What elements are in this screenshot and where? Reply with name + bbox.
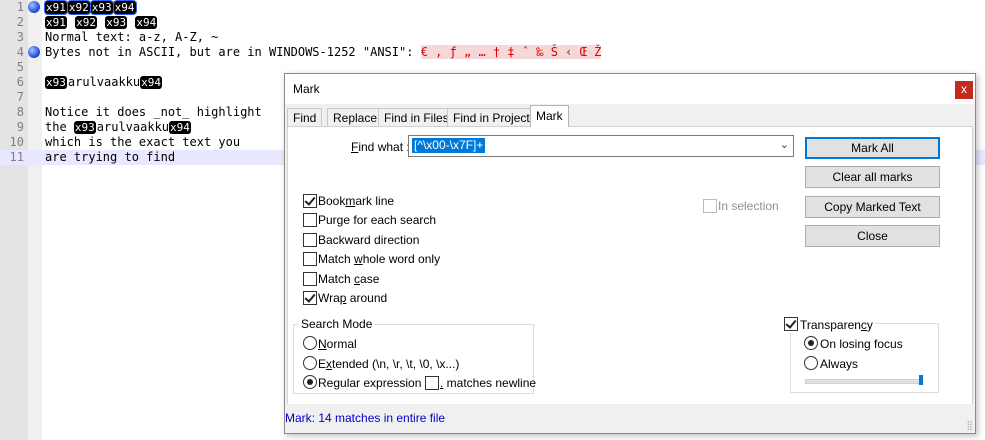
copy-marked-text-button[interactable]: Copy Marked Text xyxy=(805,196,940,218)
purge-checkbox[interactable] xyxy=(303,213,317,227)
find-what-value[interactable]: [^\x00-\x7F]+ xyxy=(412,138,486,153)
in-selection-checkbox[interactable] xyxy=(703,199,717,213)
line-content: x91 x92 x93 x94 xyxy=(45,15,158,30)
line-content: are trying to find xyxy=(45,150,176,164)
control-char-token: x92 xyxy=(75,16,97,29)
status-bar: Mark: 14 matches in entire file ⣿ xyxy=(285,404,975,433)
line-text: arulvaakku xyxy=(96,120,170,134)
backward-direction-checkbox[interactable] xyxy=(303,233,317,247)
line-number: 8 xyxy=(16,105,24,119)
line-number: 3 xyxy=(16,30,24,44)
tab-mark[interactable]: Mark xyxy=(530,105,569,127)
transparency-checkbox[interactable] xyxy=(784,317,798,331)
dialog-titlebar[interactable]: Mark x xyxy=(285,74,975,104)
wrap-around-checkbox[interactable] xyxy=(303,291,317,305)
transparency-slider-track[interactable] xyxy=(805,379,923,384)
chevron-down-icon[interactable]: ⌄ xyxy=(780,138,789,151)
line-content: which is the exact text you xyxy=(45,135,241,149)
line-text: Bytes not in ASCII, but are in WINDOWS-1… xyxy=(45,45,421,59)
editor-line[interactable]: 3 Normal text: a-z, A-Z, ~ xyxy=(0,30,985,45)
control-char-token: x93 xyxy=(73,121,96,134)
control-char-token: x94 xyxy=(135,16,158,29)
line-content: Bytes not in ASCII, but are in WINDOWS-1… xyxy=(45,45,602,60)
always-radio[interactable] xyxy=(804,356,818,370)
bookmark-line-label[interactable]: Bookmark line xyxy=(318,194,394,208)
mark-dialog: Mark x Find Replace Find in Files Find i… xyxy=(284,73,976,434)
line-content: Notice it does _not_ highlight xyxy=(45,105,262,119)
editor-line[interactable]: 1 x91 x92 x93 x94 xyxy=(0,0,985,15)
regular-expression-radio[interactable] xyxy=(303,375,317,389)
purge-label[interactable]: Purge for each search xyxy=(318,213,436,227)
line-content: Normal text: a-z, A-Z, ~ xyxy=(45,30,219,44)
backward-direction-label[interactable]: Backward direction xyxy=(318,233,419,247)
on-losing-focus-label[interactable]: On losing focus xyxy=(820,337,903,351)
transparency-slider-thumb[interactable] xyxy=(919,375,923,385)
marked-ansi-chars: € ‚ ƒ „ … † ‡ ˆ ‰ Š ‹ Œ Ž xyxy=(420,45,602,59)
normal-radio[interactable] xyxy=(303,336,317,350)
in-selection-label[interactable]: In selection xyxy=(718,199,779,213)
resize-grip-icon[interactable]: ⣿ xyxy=(966,420,973,431)
dialog-title: Mark xyxy=(293,82,320,96)
editor-line[interactable]: 2 x91 x92 x93 x94 xyxy=(0,15,985,30)
match-whole-word-label[interactable]: Match whole word only xyxy=(318,252,440,266)
mark-all-button[interactable]: Mark All xyxy=(805,137,940,159)
control-char-token: x93 xyxy=(105,16,128,29)
close-icon[interactable]: x xyxy=(955,81,973,99)
tab-find[interactable]: Find xyxy=(287,108,323,127)
on-losing-focus-radio[interactable] xyxy=(804,336,818,350)
line-number: 4 xyxy=(16,45,24,59)
control-char-token: x93 xyxy=(90,1,113,14)
tab-find-in-projects[interactable]: Find in Projects xyxy=(447,108,542,127)
regular-expression-label[interactable]: Regular expression xyxy=(318,376,421,390)
line-number: 2 xyxy=(16,15,24,29)
control-char-token: x91 xyxy=(45,1,67,14)
line-number: 9 xyxy=(16,120,24,134)
line-text: the xyxy=(45,120,74,134)
control-char-token: x94 xyxy=(140,76,162,89)
line-content: x93 arulvaakkux94 xyxy=(45,75,163,90)
match-whole-word-checkbox[interactable] xyxy=(303,252,317,266)
close-button[interactable]: Close xyxy=(805,225,940,247)
extended-label[interactable]: Extended (\n, \r, \t, \0, \x...) xyxy=(318,357,459,371)
line-content: the x93 arulvaakkux94 xyxy=(45,120,192,135)
find-what-label: Find what : xyxy=(351,140,410,154)
search-mode-title: Search Mode xyxy=(299,317,375,331)
line-number: 5 xyxy=(16,60,24,74)
match-case-label[interactable]: Match case xyxy=(318,272,379,286)
line-number: 1 xyxy=(16,0,24,14)
tab-replace[interactable]: Replace xyxy=(327,108,384,127)
control-char-token: x92 xyxy=(67,1,90,14)
bookmark-icon xyxy=(28,46,40,58)
transparency-title: Transparency xyxy=(782,317,875,332)
line-number: 10 xyxy=(9,135,24,149)
control-char-token: x94 xyxy=(113,1,136,14)
matches-newline-label[interactable]: . matches newline xyxy=(440,376,536,390)
bookmark-icon xyxy=(28,1,40,13)
status-message: Mark: 14 matches in entire file xyxy=(285,411,446,425)
find-what-combobox[interactable]: [^\x00-\x7F]+ ⌄ xyxy=(408,135,794,157)
normal-label[interactable]: Normal xyxy=(318,337,357,351)
line-text: arulvaakku xyxy=(67,75,141,89)
line-content: x91 x92 x93 x94 xyxy=(45,0,137,15)
tab-find-in-files[interactable]: Find in Files xyxy=(378,108,455,127)
control-char-token: x91 xyxy=(45,16,67,29)
matches-newline-checkbox[interactable] xyxy=(425,376,439,390)
always-label[interactable]: Always xyxy=(820,357,858,371)
match-case-checkbox[interactable] xyxy=(303,272,317,286)
line-number: 11 xyxy=(9,150,24,164)
control-char-token: x94 xyxy=(169,121,191,134)
line-number: 7 xyxy=(16,90,24,104)
extended-radio[interactable] xyxy=(303,356,317,370)
control-char-token: x93 xyxy=(45,76,67,89)
line-number: 6 xyxy=(16,75,24,89)
wrap-around-label[interactable]: Wrap around xyxy=(318,291,387,305)
clear-all-marks-button[interactable]: Clear all marks xyxy=(805,166,940,188)
editor-line[interactable]: 4 Bytes not in ASCII, but are in WINDOWS… xyxy=(0,45,985,60)
bookmark-line-checkbox[interactable] xyxy=(303,194,317,208)
